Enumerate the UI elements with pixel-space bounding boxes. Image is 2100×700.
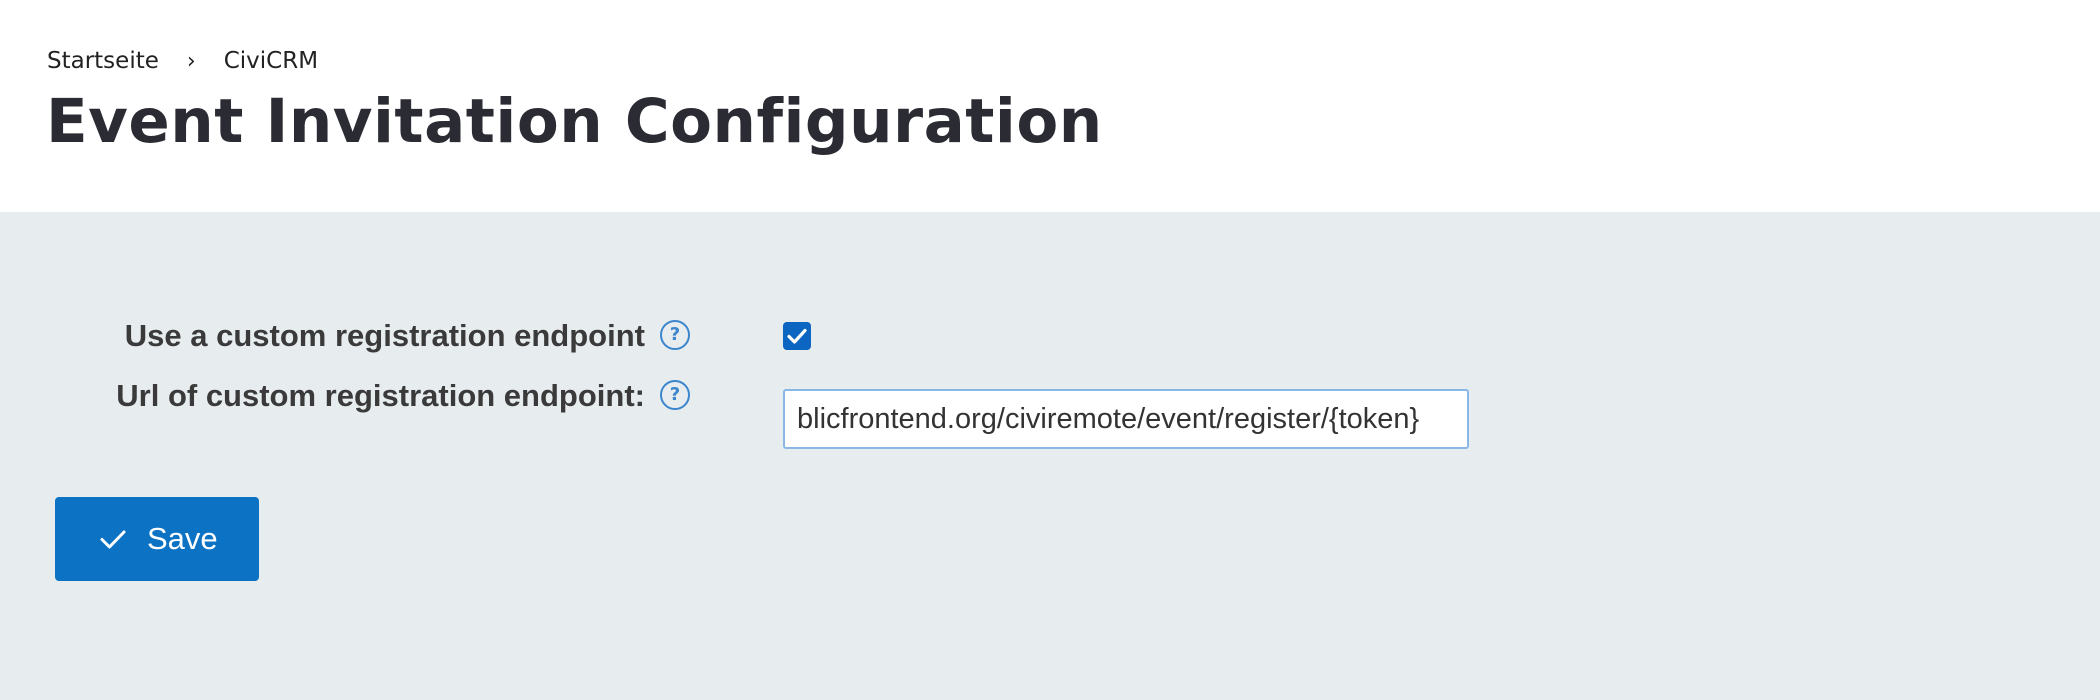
form-area: Use a custom registration endpoint ? Url… [0,212,2100,700]
page-header: Startseite › CiviCRM Event Invitation Co… [0,0,2100,212]
custom-endpoint-label: Use a custom registration endpoint [124,318,645,353]
custom-endpoint-help-icon[interactable]: ? [660,320,690,350]
save-button-label: Save [147,521,218,556]
breadcrumb-startseite-link[interactable]: Startseite [47,48,159,74]
breadcrumb-separator: › [186,48,196,74]
check-icon [100,530,126,549]
custom-endpoint-checkbox[interactable] [783,322,811,350]
breadcrumb: Startseite › CiviCRM [47,48,318,74]
page-title: Event Invitation Configuration [46,86,1103,157]
endpoint-url-help-icon[interactable]: ? [660,380,690,410]
save-button[interactable]: Save [55,497,259,581]
endpoint-url-label: Url of custom registration endpoint: [116,378,645,413]
endpoint-url-input[interactable] [783,389,1469,449]
checkmark-icon [787,328,807,344]
breadcrumb-civicrm-link[interactable]: CiviCRM [224,48,318,74]
